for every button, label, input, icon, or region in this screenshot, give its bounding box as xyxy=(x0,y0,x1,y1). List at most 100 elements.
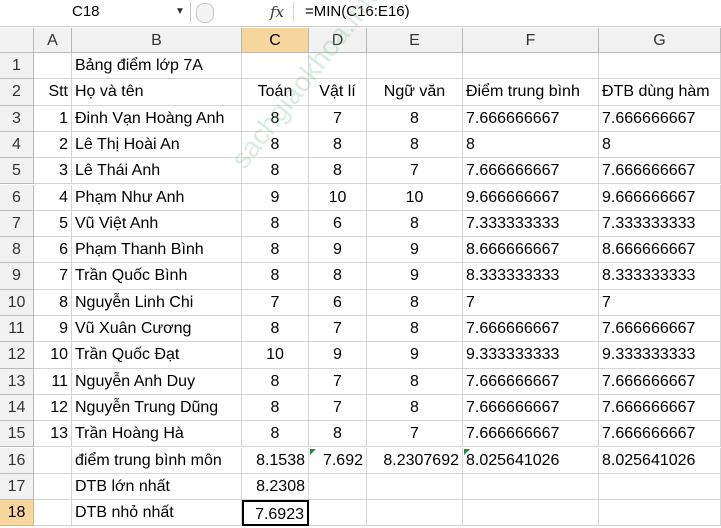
cell-c6[interactable]: 9 xyxy=(242,184,309,211)
cell-e10[interactable]: 8 xyxy=(367,289,463,316)
cell-d18[interactable] xyxy=(309,500,367,527)
cell-a15[interactable]: 13 xyxy=(34,421,72,448)
cell-f8[interactable]: 8.666666667 xyxy=(463,237,599,264)
cell-b1[interactable]: Bảng điểm lớp 7A xyxy=(72,53,242,80)
cell-a18[interactable] xyxy=(34,500,72,527)
row-header-1[interactable]: 1 xyxy=(0,53,34,80)
cell-e15[interactable]: 7 xyxy=(367,421,463,448)
cell-g13[interactable]: 7.666666667 xyxy=(599,368,721,395)
cell-f1[interactable] xyxy=(463,53,599,80)
cell-f11[interactable]: 7.666666667 xyxy=(463,316,599,343)
cell-a3[interactable]: 1 xyxy=(34,105,72,132)
cell-a5[interactable]: 3 xyxy=(34,158,72,185)
cell-a4[interactable]: 2 xyxy=(34,131,72,159)
cell-g9[interactable]: 8.333333333 xyxy=(599,263,721,290)
cell-a14[interactable]: 12 xyxy=(34,394,72,422)
cell-f15[interactable]: 7.666666667 xyxy=(463,421,599,448)
cell-g4[interactable]: 8 xyxy=(599,131,721,159)
cell-g3[interactable]: 7.666666667 xyxy=(599,105,721,132)
cell-d17[interactable] xyxy=(309,473,367,501)
cell-c12[interactable]: 10 xyxy=(242,342,309,369)
cell-d9[interactable]: 8 xyxy=(309,263,367,290)
column-header-a[interactable]: A xyxy=(34,28,72,53)
cell-b11[interactable]: Vũ Xuân Cương xyxy=(72,316,242,343)
cell-d5[interactable]: 8 xyxy=(309,158,367,185)
cell-e11[interactable]: 8 xyxy=(367,316,463,343)
cell-e16[interactable]: 8.2307692 xyxy=(367,447,463,474)
cell-a1[interactable] xyxy=(34,53,72,80)
cell-e14[interactable]: 8 xyxy=(367,394,463,422)
cell-d10[interactable]: 6 xyxy=(309,289,367,316)
cell-b16[interactable]: điểm trung bình môn xyxy=(72,447,242,474)
cell-d12[interactable]: 9 xyxy=(309,342,367,369)
cell-g17[interactable] xyxy=(599,473,721,501)
cell-g11[interactable]: 7.666666667 xyxy=(599,316,721,343)
cell-f12[interactable]: 9.333333333 xyxy=(463,342,599,369)
cell-c1[interactable] xyxy=(242,53,309,80)
cell-e17[interactable] xyxy=(367,473,463,501)
cell-g2[interactable]: ĐTB dùng hàm xyxy=(599,79,721,106)
cell-f7[interactable]: 7.333333333 xyxy=(463,210,599,238)
cell-g7[interactable]: 7.333333333 xyxy=(599,210,721,238)
cell-b8[interactable]: Phạm Thanh Bình xyxy=(72,237,242,264)
cell-a12[interactable]: 10 xyxy=(34,342,72,369)
cell-d14[interactable]: 7 xyxy=(309,394,367,422)
cell-c3[interactable]: 8 xyxy=(242,105,309,132)
formula-bar-resize-handle[interactable] xyxy=(196,3,214,23)
cell-b9[interactable]: Trần Quốc Bình xyxy=(72,263,242,290)
cell-c5[interactable]: 8 xyxy=(242,158,309,185)
cell-d11[interactable]: 7 xyxy=(309,316,367,343)
cell-g12[interactable]: 9.333333333 xyxy=(599,342,721,369)
row-header-13[interactable]: 13 xyxy=(0,368,34,395)
cell-a13[interactable]: 11 xyxy=(34,368,72,395)
row-header-10[interactable]: 10 xyxy=(0,289,34,316)
insert-function-icon[interactable]: fx xyxy=(270,1,284,23)
cell-e8[interactable]: 9 xyxy=(367,237,463,264)
row-header-8[interactable]: 8 xyxy=(0,237,34,264)
cell-a10[interactable]: 8 xyxy=(34,289,72,316)
cell-d15[interactable]: 8 xyxy=(309,421,367,448)
row-header-7[interactable]: 7 xyxy=(0,210,34,238)
row-header-4[interactable]: 4 xyxy=(0,131,34,159)
cell-c16[interactable]: 8.1538 xyxy=(242,447,309,474)
cell-a2[interactable]: Stt xyxy=(34,79,72,106)
cell-g10[interactable]: 7 xyxy=(599,289,721,316)
cell-b18[interactable]: DTB nhỏ nhất xyxy=(72,500,242,527)
cell-c8[interactable]: 8 xyxy=(242,237,309,264)
cell-b15[interactable]: Trần Hoàng Hà xyxy=(72,421,242,448)
column-header-f[interactable]: F xyxy=(463,28,599,53)
cell-b6[interactable]: Phạm Như Anh xyxy=(72,184,242,211)
cell-g1[interactable] xyxy=(599,53,721,80)
row-header-11[interactable]: 11 xyxy=(0,316,34,343)
cell-c2[interactable]: Toán xyxy=(242,79,309,106)
cell-f5[interactable]: 7.666666667 xyxy=(463,158,599,185)
column-header-g[interactable]: G xyxy=(599,28,721,53)
cell-f16[interactable]: 8.025641026 xyxy=(463,447,599,474)
cell-f6[interactable]: 9.666666667 xyxy=(463,184,599,211)
cell-a8[interactable]: 6 xyxy=(34,237,72,264)
row-header-9[interactable]: 9 xyxy=(0,263,34,290)
name-box-dropdown-icon[interactable]: ▼ xyxy=(175,1,185,23)
active-cell[interactable]: 7.6923 xyxy=(242,500,309,527)
cell-e4[interactable]: 8 xyxy=(367,131,463,159)
cell-d1[interactable] xyxy=(309,53,367,80)
row-header-15[interactable]: 15 xyxy=(0,421,34,448)
cell-d8[interactable]: 9 xyxy=(309,237,367,264)
cell-d16[interactable]: 7.692 xyxy=(309,447,367,474)
cell-c4[interactable]: 8 xyxy=(242,131,309,159)
cell-b3[interactable]: Đinh Vạn Hoàng Anh xyxy=(72,105,242,132)
column-header-d[interactable]: D xyxy=(309,28,367,53)
row-header-16[interactable]: 16 xyxy=(0,447,34,474)
cell-c13[interactable]: 8 xyxy=(242,368,309,395)
cell-d3[interactable]: 7 xyxy=(309,105,367,132)
select-all-corner[interactable] xyxy=(0,28,34,53)
name-box[interactable]: C18 ▼ xyxy=(0,1,190,23)
cell-e3[interactable]: 8 xyxy=(367,105,463,132)
column-header-c[interactable]: C xyxy=(242,28,309,53)
cell-a6[interactable]: 4 xyxy=(34,184,72,211)
row-header-5[interactable]: 5 xyxy=(0,158,34,185)
row-header-14[interactable]: 14 xyxy=(0,394,34,422)
cell-g16[interactable]: 8.025641026 xyxy=(599,447,721,474)
cell-c11[interactable]: 8 xyxy=(242,316,309,343)
cell-f10[interactable]: 7 xyxy=(463,289,599,316)
